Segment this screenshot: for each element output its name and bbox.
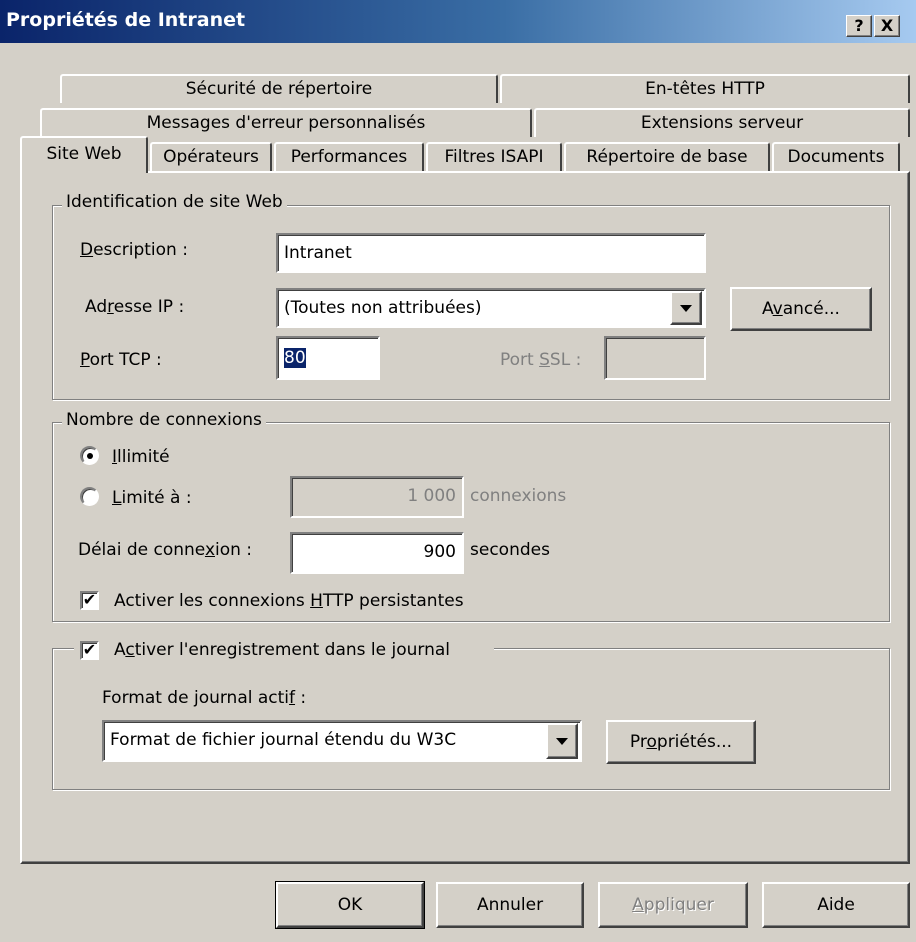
enable-logging-label: Activer l'enregistrement dans le journal: [114, 640, 451, 660]
tab-site-web[interactable]: Site Web: [20, 136, 148, 173]
ip-address-value: (Toutes non attribuées): [284, 298, 482, 318]
connection-limit-input[interactable]: 1 000: [290, 476, 464, 518]
ok-button[interactable]: OK: [275, 881, 425, 929]
tab-extensions-serveur[interactable]: Extensions serveur: [534, 108, 910, 137]
tab-securite-repertoire[interactable]: Sécurité de répertoire: [60, 74, 498, 103]
unlimited-label: Illimité: [112, 447, 170, 467]
timeout-input[interactable]: 900: [290, 532, 464, 574]
ip-address-label: Adresse IP :: [85, 297, 185, 317]
ssl-port-input[interactable]: [604, 336, 706, 380]
log-format-label: Format de journal actif :: [102, 688, 307, 708]
tcp-port-input[interactable]: 80: [276, 336, 380, 380]
window-title: Propriétés de Intranet: [6, 9, 246, 31]
limited-radio[interactable]: [80, 487, 99, 506]
tab-operateurs[interactable]: Opérateurs: [150, 142, 272, 171]
log-properties-button[interactable]: Propriétés...: [606, 720, 756, 764]
tab-en-tetes-http[interactable]: En-têtes HTTP: [500, 74, 910, 103]
http-keepalive-checkbox[interactable]: ✔: [80, 591, 99, 610]
ip-dropdown-arrow-icon[interactable]: [670, 291, 702, 325]
identification-legend: Identification de site Web: [62, 192, 287, 212]
tcp-port-label: Port TCP :: [80, 350, 162, 370]
limited-label: Limité à :: [112, 488, 192, 508]
log-format-value: Format de fichier journal étendu du W3C: [110, 730, 457, 750]
tab-performances[interactable]: Performances: [274, 142, 424, 171]
tab-repertoire-base[interactable]: Répertoire de base: [564, 142, 770, 171]
tab-messages-erreur[interactable]: Messages d'erreur personnalisés: [40, 108, 532, 137]
timeout-label: Délai de connexion :: [78, 540, 253, 560]
title-bar: Propriétés de Intranet ? X: [0, 0, 916, 43]
logging-group: [52, 648, 890, 790]
description-input[interactable]: Intranet: [276, 233, 706, 273]
tab-filtres-isapi[interactable]: Filtres ISAPI: [426, 142, 562, 171]
log-format-select[interactable]: Format de fichier journal étendu du W3C: [102, 720, 582, 762]
connections-legend: Nombre de connexions: [62, 410, 266, 430]
tab-documents[interactable]: Documents: [772, 142, 900, 171]
help-button[interactable]: ?: [846, 15, 872, 37]
connections-unit-label: connexions: [470, 486, 567, 506]
http-keepalive-label: Activer les connexions HTTP persistantes: [114, 591, 464, 611]
log-format-dropdown-arrow-icon[interactable]: [546, 723, 578, 759]
apply-button[interactable]: Appliquer: [598, 882, 748, 928]
cancel-button[interactable]: Annuler: [436, 882, 584, 928]
seconds-unit-label: secondes: [470, 540, 550, 560]
tcp-port-value: 80: [284, 348, 306, 368]
ssl-port-label: Port SSL :: [500, 350, 582, 370]
unlimited-radio[interactable]: [80, 446, 99, 465]
help-footer-button[interactable]: Aide: [762, 882, 910, 928]
enable-logging-checkbox[interactable]: ✔: [80, 641, 99, 660]
description-label: Description :: [80, 240, 188, 260]
close-button[interactable]: X: [874, 15, 900, 37]
advanced-button[interactable]: Avancé...: [730, 287, 872, 331]
ip-address-select[interactable]: (Toutes non attribuées): [276, 288, 706, 328]
